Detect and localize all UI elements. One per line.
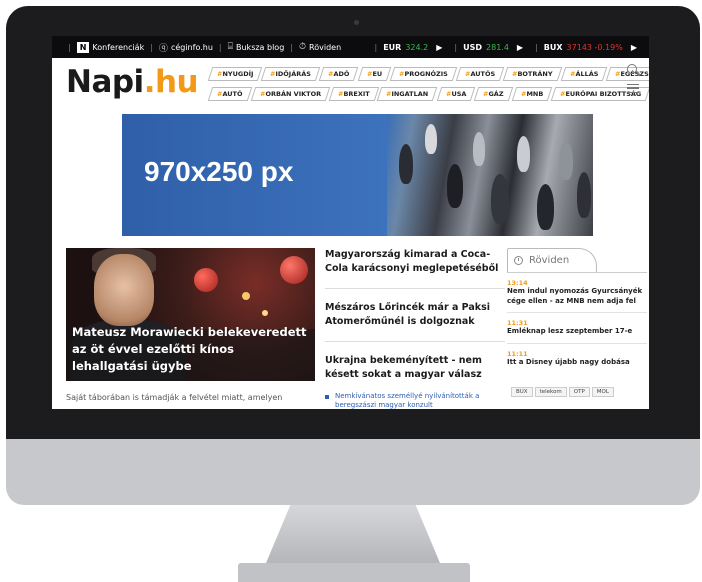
market-tab-telekom[interactable]: telekom <box>534 387 567 397</box>
ad-banner[interactable]: 970x250 px <box>122 114 593 236</box>
related-link[interactable]: Nemkívánatos személlyé nyilvánították a … <box>325 392 505 409</box>
napi-n-logo-icon: N <box>76 41 90 53</box>
top-link-roviden[interactable]: Röviden <box>309 43 341 52</box>
monitor-stand-base <box>238 563 470 582</box>
ad-banner-crowd-photo <box>387 114 593 236</box>
ornament-image <box>194 268 218 292</box>
top-bar: | N Konferenciák | ⓠ céginfo.hu | ⌸ Buks… <box>52 36 649 58</box>
play-arrow-icon: ▶ <box>516 42 524 52</box>
tag-nyugdij[interactable]: #NYUGDÍJ <box>207 67 263 81</box>
ticker-eur[interactable]: EUR 324.2 ▶ <box>383 43 448 52</box>
headline-item[interactable]: Magyarország kimarad a Coca-Cola karácso… <box>325 248 505 289</box>
person-photo-face <box>94 254 154 326</box>
wallet-icon: ⌸ <box>227 42 233 52</box>
site-logo[interactable]: Napi.hu <box>66 64 199 100</box>
ceginfo-icon: ⓠ <box>158 43 168 54</box>
news-item[interactable]: 11:11 Itt a Disney újabb nagy dobása <box>507 344 647 374</box>
market-tabs: BUX telekom OTP MOL <box>511 387 647 397</box>
news-text: Emléknap lesz szeptember 17-e <box>507 327 633 335</box>
top-link-ceginfo[interactable]: céginfo.hu <box>171 43 213 52</box>
ticker-usd[interactable]: USD 281.4 ▶ <box>463 43 529 52</box>
tag-orban-viktor[interactable]: #ORBÁN VIKTOR <box>250 87 330 101</box>
news-text: Itt a Disney újabb nagy dobása <box>507 357 630 366</box>
roviden-tab[interactable]: Röviden <box>507 248 597 272</box>
market-tab-otp[interactable]: OTP <box>568 387 590 397</box>
roviden-sidebar: Röviden 13:14 Nem indul nyomozás Gyurcsá… <box>507 248 647 397</box>
news-time: 11:11 <box>507 349 528 358</box>
headline-list: Magyarország kimarad a Coca-Cola karácso… <box>325 248 505 409</box>
feature-lead: Saját táborában is támadják a felvétel m… <box>66 393 283 402</box>
play-arrow-icon: ▶ <box>436 42 443 52</box>
stopwatch-icon: ⏱ <box>298 42 307 52</box>
ad-banner-size-text: 970x250 px <box>144 156 294 187</box>
news-time: 11:31 <box>507 319 528 327</box>
search-icon[interactable] <box>627 64 637 74</box>
market-tab-bux[interactable]: BUX <box>511 387 533 397</box>
tag-brexit[interactable]: #BREXIT <box>328 87 379 101</box>
tag-gaz[interactable]: #GÁZ <box>473 87 513 101</box>
header-icons <box>625 64 641 93</box>
tag-idojaras[interactable]: #IDŐJÁRÁS <box>261 67 321 81</box>
headline-item[interactable]: Mészáros Lőrincék már a Paksi Atomerőműn… <box>325 301 505 342</box>
tag-autos[interactable]: #AUTÓS <box>455 67 505 81</box>
tag-prognozis[interactable]: #PROGNÓZIS <box>389 67 458 81</box>
tag-row-1: #NYUGDÍJ #IDŐJÁRÁS #ADÓ #EU #PROGNÓZIS #… <box>207 67 649 81</box>
tag-mnb[interactable]: #MNB <box>511 87 553 101</box>
light-image <box>262 310 268 316</box>
tag-allas[interactable]: #ÁLLÁS <box>560 67 608 81</box>
headline-item[interactable]: Ukrajna bekeményített - nem késett sokat… <box>325 354 505 386</box>
news-item[interactable]: 11:31 Emléknap lesz szeptember 17-e <box>507 313 647 344</box>
feature-article[interactable]: Mateusz Morawiecki belekeveredett az öt … <box>66 248 315 381</box>
play-arrow-icon: ▶ <box>630 42 637 52</box>
tag-ado[interactable]: #ADÓ <box>319 67 360 81</box>
ticker-bux[interactable]: BUX 37143 -0.19% ▶ <box>544 43 643 52</box>
tag-auto[interactable]: #AUTÓ <box>207 87 252 101</box>
browser-screen: | N Konferenciák | ⓠ céginfo.hu | ⌸ Buks… <box>52 36 649 409</box>
news-item[interactable]: 13:14 Nem indul nyomozás Gyurcsányék cég… <box>507 273 647 313</box>
hamburger-menu-icon[interactable] <box>627 84 639 93</box>
tag-eu[interactable]: #EU <box>357 67 392 81</box>
tag-botrany[interactable]: #BOTRÁNY <box>502 67 562 81</box>
ticker-strip: | EUR 324.2 ▶ | USD 281.4 ▶ | BUX 37143 … <box>369 36 643 58</box>
tag-ingatlan[interactable]: #INGATLAN <box>377 87 438 101</box>
monitor-mockup: | N Konferenciák | ⓠ céginfo.hu | ⌸ Buks… <box>0 0 702 582</box>
light-image <box>242 292 250 300</box>
tag-usa[interactable]: #USA <box>436 87 476 101</box>
market-tab-mol[interactable]: MOL <box>591 387 614 397</box>
ornament-image <box>280 256 308 284</box>
news-time: 13:14 <box>507 279 528 287</box>
feature-title[interactable]: Mateusz Morawiecki belekeveredett az öt … <box>72 324 312 375</box>
news-text: Nem indul nyomozás Gyurcsányék cége elle… <box>507 287 643 305</box>
monitor-stand <box>266 505 440 563</box>
tag-row-2: #AUTÓ #ORBÁN VIKTOR #BREXIT #INGATLAN #U… <box>207 87 649 101</box>
camera-icon <box>354 20 359 25</box>
top-link-konferenciak[interactable]: Konferenciák <box>92 43 144 52</box>
stopwatch-icon <box>514 256 523 265</box>
top-link-buksza[interactable]: Buksza blog <box>236 43 284 52</box>
monitor-chin <box>6 439 700 505</box>
